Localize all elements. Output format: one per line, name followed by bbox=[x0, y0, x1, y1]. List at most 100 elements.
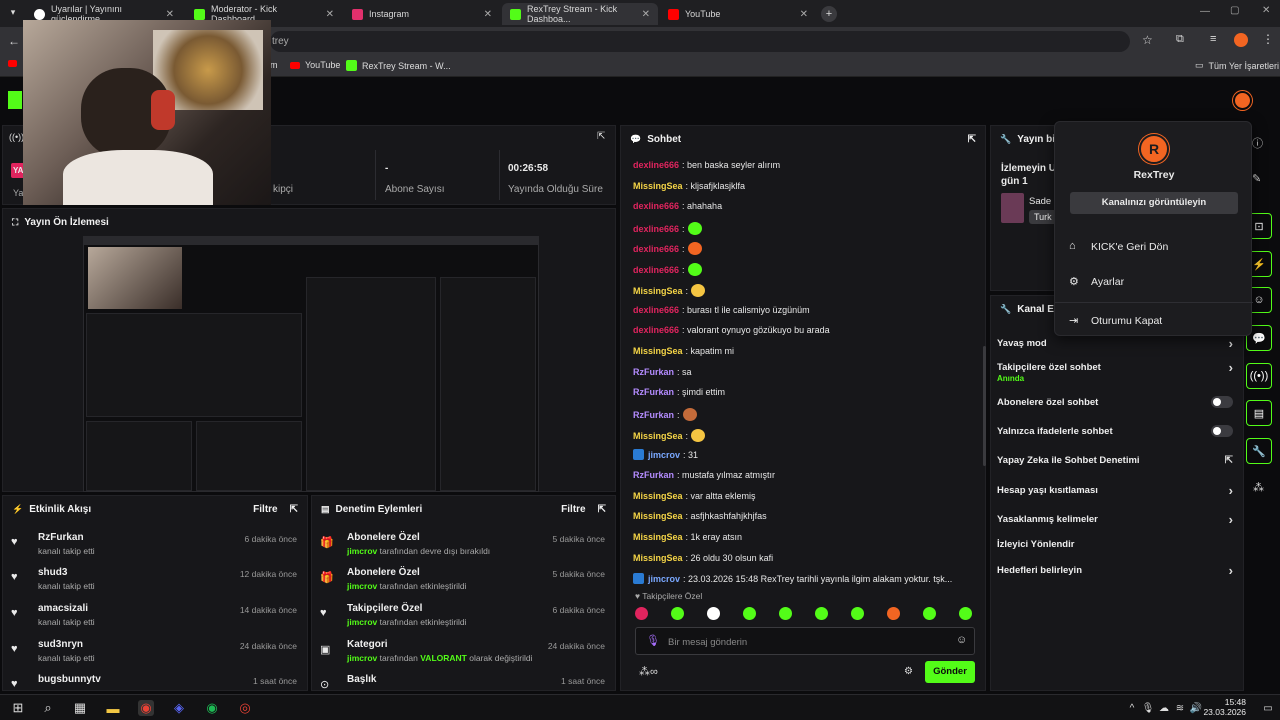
filter-button[interactable]: Filtre bbox=[253, 504, 277, 515]
layers-icon[interactable]: ▤ bbox=[1246, 400, 1272, 426]
chat-username[interactable]: jimcrov bbox=[648, 450, 680, 460]
chat-username[interactable]: RzFurkan bbox=[633, 470, 674, 480]
url-field[interactable]: trey bbox=[270, 31, 1130, 52]
infinity-icon[interactable]: ⁂∞ bbox=[639, 665, 658, 678]
chat-username[interactable]: dexline666 bbox=[633, 201, 679, 211]
people-icon[interactable]: ⁂ bbox=[1253, 481, 1264, 494]
view-channel-button[interactable]: Kanalınızı görüntüleyin bbox=[1070, 192, 1238, 214]
chat-username[interactable]: MissingSea bbox=[633, 346, 683, 356]
info-icon[interactable]: ⓘ bbox=[1252, 135, 1263, 151]
toggle-switch[interactable] bbox=[1211, 396, 1233, 408]
window-close-icon[interactable]: ✕ bbox=[1262, 5, 1270, 16]
maximize-icon[interactable]: ▢ bbox=[1230, 5, 1239, 16]
channel-action[interactable]: Yalnızca ifadelerle sohbet bbox=[997, 425, 1233, 437]
chat-username[interactable]: RzFurkan bbox=[633, 410, 674, 420]
tab-youtube[interactable]: YouTube ✕ bbox=[660, 3, 816, 25]
chat-username[interactable]: dexline666 bbox=[633, 244, 679, 254]
chat-username[interactable]: MissingSea bbox=[633, 431, 683, 441]
tab-search-chevron-icon[interactable]: ▾ bbox=[6, 7, 20, 21]
emote-shortcut-icon[interactable] bbox=[635, 607, 648, 620]
emote-shortcut-icon[interactable] bbox=[923, 607, 936, 620]
close-icon[interactable]: ✕ bbox=[800, 9, 808, 20]
channel-action[interactable]: Takipçilere özel sohbet Anında › bbox=[997, 360, 1233, 383]
activity-user[interactable]: amacsizali bbox=[38, 603, 95, 614]
toggle-switch[interactable] bbox=[1211, 425, 1233, 437]
emote-shortcut-icon[interactable] bbox=[887, 607, 900, 620]
minimize-icon[interactable]: — bbox=[1200, 6, 1210, 17]
emote-shortcut-icon[interactable] bbox=[779, 607, 792, 620]
new-tab-plus-icon[interactable]: + bbox=[821, 6, 837, 22]
chat-username[interactable]: dexline666 bbox=[633, 305, 679, 315]
tab-rextrey-stream[interactable]: RexTrey Stream - Kick Dashboa... ✕ bbox=[502, 3, 658, 25]
tab-instagram[interactable]: Instagram ✕ bbox=[344, 3, 500, 25]
back-arrow-icon[interactable]: ← bbox=[8, 34, 20, 48]
filter-button[interactable]: Filtre bbox=[561, 504, 585, 515]
mod-user[interactable]: jimcrov bbox=[347, 581, 377, 591]
mod-user[interactable]: jimcrov bbox=[347, 653, 377, 663]
chat-input[interactable]: 🎙 Bir mesaj gönderin ☺ bbox=[635, 627, 975, 655]
emote-shortcut-icon[interactable] bbox=[815, 607, 828, 620]
chat-username[interactable]: dexline666 bbox=[633, 224, 679, 234]
close-icon[interactable]: ✕ bbox=[166, 9, 174, 20]
popout-icon[interactable]: ⇱ bbox=[598, 504, 606, 515]
mod-user[interactable]: jimcrov bbox=[347, 617, 377, 627]
profile-avatar-icon[interactable] bbox=[1234, 33, 1248, 47]
channel-action[interactable]: Yasaklanmış kelimeler › bbox=[997, 512, 1233, 527]
obs-icon[interactable]: ◎ bbox=[237, 700, 253, 716]
user-avatar[interactable] bbox=[1233, 91, 1252, 110]
bookmark-rextrey[interactable]: RexTrey Stream - W... bbox=[346, 60, 451, 71]
bookmark-star-icon[interactable]: ☆ bbox=[1142, 33, 1153, 47]
wrench-icon[interactable]: 🔧 bbox=[1246, 438, 1272, 464]
mic-icon[interactable]: 🎙 bbox=[1140, 700, 1156, 716]
channel-action[interactable]: İzleyici Yönlendir bbox=[997, 539, 1233, 550]
chat-username[interactable]: dexline666 bbox=[633, 160, 679, 170]
chat-username[interactable]: MissingSea bbox=[633, 491, 683, 501]
network-icon[interactable]: ☁ bbox=[1156, 700, 1172, 716]
close-icon[interactable]: ✕ bbox=[326, 9, 334, 20]
chat-username[interactable]: MissingSea bbox=[633, 286, 683, 296]
microphone-icon[interactable]: 🎙 bbox=[646, 634, 660, 647]
extensions-icon[interactable]: ⧉ bbox=[1176, 33, 1184, 46]
popout-icon[interactable]: ⇱ bbox=[290, 504, 298, 515]
popout-icon[interactable]: ⇱ bbox=[968, 134, 976, 145]
menu-item-back-to-kick[interactable]: ⌂ KICK'e Geri Dön bbox=[1069, 240, 1239, 256]
chat-username[interactable]: RzFurkan bbox=[633, 387, 674, 397]
chat-username[interactable]: jimcrov bbox=[648, 574, 680, 584]
chat-username[interactable]: MissingSea bbox=[633, 511, 683, 521]
close-icon[interactable]: ✕ bbox=[484, 9, 492, 20]
emote-shortcut-icon[interactable] bbox=[707, 607, 720, 620]
activity-user[interactable]: RzFurkan bbox=[38, 532, 95, 543]
mod-user[interactable]: jimcrov bbox=[347, 546, 377, 556]
send-button[interactable]: Gönder bbox=[925, 661, 975, 683]
channel-action[interactable]: Yapay Zeka ile Sohbet Denetimi ⇱ bbox=[997, 455, 1233, 466]
channel-action[interactable]: Hedefleri belirleyin › bbox=[997, 563, 1233, 578]
wifi-icon[interactable]: ≋ bbox=[1172, 700, 1188, 716]
activity-user[interactable]: bugsbunnytv bbox=[38, 674, 101, 685]
activity-user[interactable]: sud3nryn bbox=[38, 639, 95, 650]
broadcast-icon[interactable]: ((•)) bbox=[1246, 363, 1272, 389]
bookmark-all[interactable]: ▭ Tüm Yer İşaretleri bbox=[1195, 60, 1279, 71]
notifications-icon[interactable]: ▭ bbox=[1260, 700, 1276, 716]
bookmark-youtube-small[interactable] bbox=[8, 60, 17, 67]
gear-icon[interactable]: ⚙ bbox=[904, 666, 913, 677]
channel-action[interactable]: Yavaş mod › bbox=[997, 336, 1233, 351]
menu-item-logout[interactable]: ⇥ Oturumu Kapat bbox=[1069, 314, 1239, 330]
media-queue-icon[interactable]: ≡ bbox=[1210, 33, 1216, 45]
emote-shortcut-icon[interactable] bbox=[959, 607, 972, 620]
chat-username[interactable]: MissingSea bbox=[633, 532, 683, 542]
activity-user[interactable]: shud3 bbox=[38, 567, 95, 578]
close-icon[interactable]: ✕ bbox=[642, 9, 650, 20]
emote-shortcut-icon[interactable] bbox=[743, 607, 756, 620]
chat-username[interactable]: MissingSea bbox=[633, 553, 683, 563]
chat-username[interactable]: RzFurkan bbox=[633, 367, 674, 377]
edit-pencil-icon[interactable]: ✎ bbox=[1252, 172, 1261, 185]
windows-start-icon[interactable]: ⊞ bbox=[10, 700, 26, 716]
browser-menu-icon[interactable]: ⋮ bbox=[1262, 32, 1274, 46]
tray-chevron-icon[interactable]: ^ bbox=[1124, 700, 1140, 716]
bookmark-youtube[interactable]: YouTube bbox=[290, 60, 340, 70]
channel-action[interactable]: Hesap yaşı kısıtlaması › bbox=[997, 483, 1233, 498]
chrome-icon[interactable]: ◉ bbox=[138, 700, 154, 716]
spotify-icon[interactable]: ◉ bbox=[204, 700, 220, 716]
file-explorer-icon[interactable]: ▬ bbox=[105, 700, 121, 716]
emoji-picker-icon[interactable]: ☺ bbox=[956, 634, 967, 646]
